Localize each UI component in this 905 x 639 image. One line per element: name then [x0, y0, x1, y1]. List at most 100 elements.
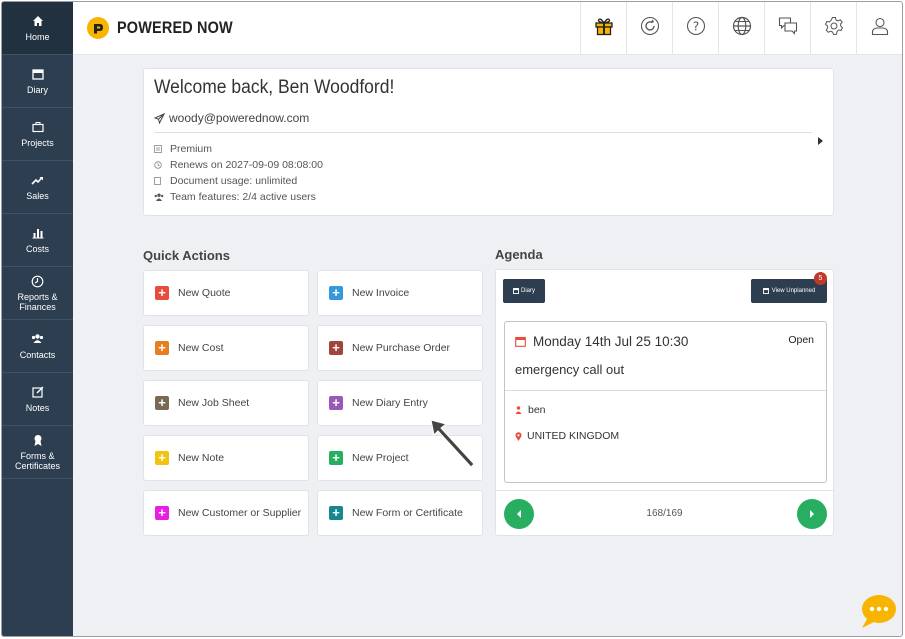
action-label: New Cost [178, 342, 224, 354]
person-icon [515, 406, 522, 414]
new-job-sheet-button[interactable]: + New Job Sheet [143, 380, 309, 426]
gift-button[interactable] [580, 2, 626, 54]
sidebar-item-home[interactable]: Home [2, 2, 73, 55]
divider [496, 490, 833, 491]
sidebar-item-label: Home [25, 32, 50, 42]
sidebar-item-label: Reports & Finances [17, 292, 58, 312]
agenda-panel: Diary View Unplanned 5 Monday 14th Jul 2… [495, 269, 834, 536]
agenda-event-card[interactable]: Monday 14th Jul 25 10:30 Open emergency … [504, 321, 827, 483]
next-button[interactable] [797, 499, 827, 529]
event-location-row: UNITED KINGDOM [515, 430, 619, 442]
header-icon-bar: ? [580, 2, 902, 54]
language-button[interactable] [718, 2, 764, 54]
pagination-indicator: 168/169 [646, 508, 683, 519]
calendar-icon [515, 336, 526, 347]
plus-icon: + [155, 341, 169, 355]
divider [505, 390, 826, 391]
sidebar-item-label: Costs [25, 244, 49, 254]
help-button[interactable]: ? [672, 2, 718, 54]
sidebar-item-costs[interactable]: Costs [2, 214, 73, 267]
sidebar-item-notes[interactable]: Notes [2, 373, 73, 426]
globe-icon [732, 16, 752, 41]
event-person-row: ben [515, 404, 546, 416]
profile-button[interactable] [856, 2, 902, 54]
action-label: New Diary Entry [352, 397, 428, 409]
email-text: woody@powerednow.com [169, 111, 310, 125]
plus-icon: + [329, 506, 343, 520]
sidebar-item-sales[interactable]: Sales [2, 161, 73, 214]
plus-icon: + [155, 451, 169, 465]
document-icon [154, 177, 170, 185]
subscription-info: Premium Renews on 2027-09-09 08:08:00 Do… [154, 141, 323, 205]
sidebar-item-forms-certificates[interactable]: Forms & Certificates [2, 426, 73, 479]
messages-button[interactable] [764, 2, 810, 54]
new-customer-supplier-button[interactable]: + New Customer or Supplier [143, 490, 309, 536]
pointer-arrow-icon [429, 418, 477, 473]
chat-icon [778, 16, 798, 41]
diary-button-label: Diary [520, 288, 535, 294]
settings-button[interactable] [810, 2, 856, 54]
user-icon [870, 16, 890, 41]
plan-row: Premium [154, 141, 323, 157]
chat-bubble-icon [859, 595, 897, 635]
plus-icon: + [329, 341, 343, 355]
action-label: New Invoice [352, 287, 410, 299]
certificate-icon [31, 433, 45, 447]
new-cost-button[interactable]: + New Cost [143, 325, 309, 371]
live-chat-button[interactable] [859, 593, 897, 631]
plan-icon [154, 145, 170, 153]
sidebar-item-reports-finances[interactable]: Reports & Finances [2, 267, 73, 320]
new-purchase-order-button[interactable]: + New Purchase Order [317, 325, 483, 371]
chevron-right-icon [808, 509, 816, 519]
help-icon: ? [686, 16, 706, 41]
plus-icon: + [155, 396, 169, 410]
event-date: Monday 14th Jul 25 10:30 [515, 334, 688, 349]
sidebar-item-diary[interactable]: Diary [2, 55, 73, 108]
new-quote-button[interactable]: + New Quote [143, 270, 309, 316]
expand-arrow-icon[interactable] [818, 137, 823, 145]
divider [154, 132, 812, 133]
plan-name: Premium [170, 143, 213, 155]
plus-icon: + [155, 506, 169, 520]
plus-icon: + [155, 286, 169, 300]
event-location: UNITED KINGDOM [527, 430, 620, 442]
svg-text:?: ? [692, 19, 698, 33]
trend-up-icon [31, 173, 45, 187]
refresh-button[interactable] [626, 2, 672, 54]
refresh-icon [640, 16, 660, 41]
unplanned-count-badge: 5 [814, 272, 827, 285]
sidebar: Home Diary Projects Sales Costs Reports … [2, 2, 73, 636]
clock-icon [31, 274, 45, 288]
renewal-date: Renews on 2027-09-09 08:08:00 [170, 159, 323, 171]
diary-button[interactable]: Diary [503, 279, 545, 303]
top-header: POWERED NOW ? [73, 2, 902, 55]
quick-actions-title: Quick Actions [143, 248, 230, 263]
brand-name: POWERED NOW [117, 18, 233, 37]
home-icon [31, 14, 45, 28]
history-icon [154, 161, 170, 169]
renewal-row: Renews on 2027-09-09 08:08:00 [154, 157, 323, 173]
sidebar-item-label: Sales [26, 191, 49, 201]
sidebar-item-label: Contacts [19, 350, 56, 360]
logo-icon [87, 17, 109, 39]
edit-icon [31, 385, 45, 399]
new-note-button[interactable]: + New Note [143, 435, 309, 481]
sidebar-item-contacts[interactable]: Contacts [2, 320, 73, 373]
briefcase-icon [31, 120, 45, 134]
new-form-certificate-button[interactable]: + New Form or Certificate [317, 490, 483, 536]
document-usage: Document usage: unlimited [170, 175, 298, 187]
calendar-icon [762, 288, 769, 294]
welcome-title: Welcome back, Ben Woodford! [154, 77, 395, 98]
action-label: New Quote [178, 287, 231, 299]
new-invoice-button[interactable]: + New Invoice [317, 270, 483, 316]
map-pin-icon [515, 431, 522, 441]
send-icon [154, 112, 165, 124]
agenda-title: Agenda [495, 247, 543, 262]
sidebar-item-label: Diary [26, 85, 48, 95]
sidebar-item-projects[interactable]: Projects [2, 108, 73, 161]
account-email: woody@powerednow.com [154, 111, 309, 125]
users-icon [31, 332, 45, 346]
calendar-icon [31, 67, 45, 81]
brand-logo[interactable]: POWERED NOW [87, 17, 253, 39]
event-status: Open [788, 334, 814, 346]
